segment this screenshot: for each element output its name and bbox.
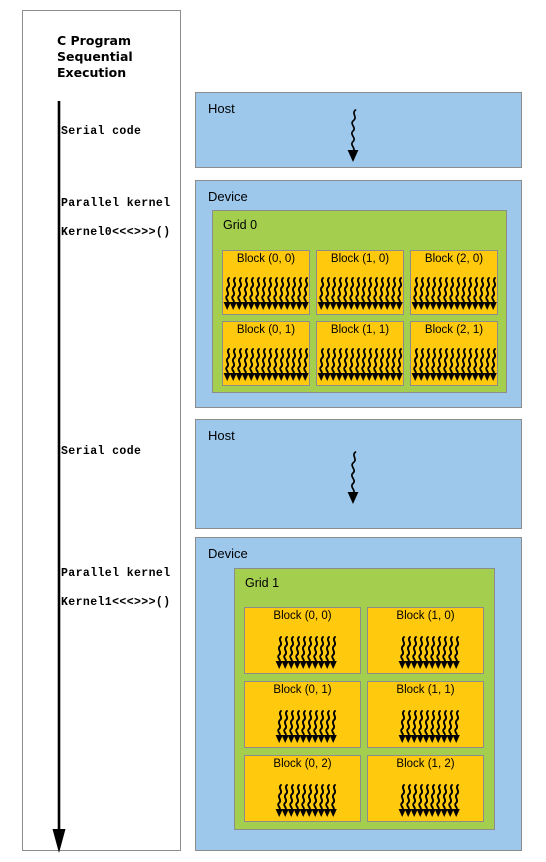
thread-arrows	[245, 636, 360, 670]
block-label: Block (1, 2)	[396, 758, 455, 770]
grid-box-0: Grid 0 Block (0, 0) Block (1, 0) Block (…	[212, 210, 507, 393]
step-label-kernel1-launch: Kernel1<<<>>>()	[61, 596, 171, 609]
block-label: Block (1, 0)	[330, 253, 390, 265]
step-label-parallel-kernel-0: Parallel kernel	[61, 197, 171, 210]
sequential-execution-panel: C Program Sequential Execution Serial co…	[22, 10, 181, 853]
block-label: Block (1, 0)	[396, 610, 455, 622]
thread-arrows	[368, 784, 483, 818]
block-label: Block (0, 0)	[273, 610, 332, 622]
block-0-1: Block (0, 1)	[222, 321, 310, 386]
host-thread-arrow-1	[344, 450, 364, 506]
block-1-0: Block (1, 0)	[316, 250, 404, 315]
block-label: Block (2, 0)	[424, 253, 484, 265]
step-label-parallel-kernel-1: Parallel kernel	[61, 567, 171, 580]
device-box-0: Device Grid 0 Block (0, 0) Block (1, 0) …	[195, 180, 522, 408]
thread-arrows	[223, 348, 309, 382]
thread-arrows	[317, 277, 403, 311]
cuda-programming-model-diagram: C Program Sequential Execution Serial co…	[0, 0, 546, 862]
grid-label-0: Grid 0	[223, 218, 258, 232]
step-label-kernel0-launch: Kernel0<<<>>>()	[61, 226, 171, 239]
step-label-serial-code-1: Serial code	[61, 445, 142, 458]
block-1-1: Block (1, 1)	[316, 321, 404, 386]
thread-arrows	[245, 710, 360, 744]
block-0-0: Block (0, 0)	[244, 607, 361, 674]
grid-box-1: Grid 1 Block (0, 0) Block (1, 0) Block (…	[234, 568, 495, 830]
thread-arrows	[223, 277, 309, 311]
device-label-0: Device	[208, 189, 248, 204]
host-box-1: Host	[195, 419, 522, 529]
block-label: Block (1, 1)	[330, 324, 390, 336]
device-label-1: Device	[208, 546, 248, 561]
thread-arrows	[317, 348, 403, 382]
thread-arrows	[368, 710, 483, 744]
host-label-1: Host	[208, 428, 235, 443]
thread-arrows	[411, 348, 497, 382]
block-label: Block (0, 2)	[273, 758, 332, 770]
host-box-0: Host	[195, 92, 522, 168]
program-title: C Program Sequential Execution	[57, 33, 133, 80]
device-box-1: Device Grid 1 Block (0, 0) Block (1, 0) …	[195, 537, 522, 851]
block-2-0: Block (2, 0)	[410, 250, 498, 315]
block-2-1: Block (2, 1)	[410, 321, 498, 386]
block-1-1: Block (1, 1)	[367, 681, 484, 748]
block-label: Block (0, 1)	[236, 324, 296, 336]
block-label: Block (0, 1)	[273, 684, 332, 696]
block-label: Block (2, 1)	[424, 324, 484, 336]
block-0-2: Block (0, 2)	[244, 755, 361, 822]
execution-flow-arrow	[52, 101, 66, 856]
block-1-2: Block (1, 2)	[367, 755, 484, 822]
host-label-0: Host	[208, 101, 235, 116]
host-thread-arrow-0	[344, 108, 364, 164]
block-0-0: Block (0, 0)	[222, 250, 310, 315]
block-0-1: Block (0, 1)	[244, 681, 361, 748]
thread-arrows	[411, 277, 497, 311]
block-1-0: Block (1, 0)	[367, 607, 484, 674]
block-label: Block (0, 0)	[236, 253, 296, 265]
block-label: Block (1, 1)	[396, 684, 455, 696]
step-label-serial-code-0: Serial code	[61, 125, 142, 138]
thread-arrows	[245, 784, 360, 818]
thread-arrows	[368, 636, 483, 670]
grid-label-1: Grid 1	[245, 576, 280, 590]
